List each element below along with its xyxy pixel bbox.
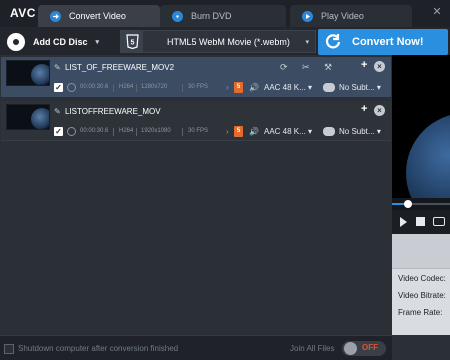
subtitle-label: No Subt...	[339, 83, 375, 92]
separator	[113, 84, 114, 92]
video-codec-label: Video Codec:	[398, 274, 446, 283]
html5-icon: 5	[234, 82, 243, 93]
output-format-label: HTML5 WebM Movie (*.webm)	[167, 36, 290, 47]
separator	[182, 84, 183, 92]
speaker-icon: 🔊	[249, 83, 259, 92]
svg-text:5: 5	[130, 40, 134, 47]
refresh-icon[interactable]: ⟳	[280, 62, 288, 73]
join-all-files-toggle[interactable]: OFF	[342, 341, 386, 356]
toggle-knob	[344, 342, 357, 355]
window-close-icon[interactable]: ✕	[428, 5, 446, 19]
shutdown-label: Shutdown computer after conversion finis…	[18, 344, 179, 353]
audio-track-select[interactable]: AAC 48 K... ▾	[264, 83, 312, 92]
remove-file-icon[interactable]: ×	[374, 61, 385, 72]
add-output-icon[interactable]: +	[361, 103, 367, 115]
video-thumbnail	[6, 60, 50, 86]
file-fps: 30 FPS	[188, 128, 209, 134]
edit-name-icon[interactable]: ✎	[54, 107, 61, 116]
chevron-down-icon: ▾	[376, 127, 381, 136]
clock-icon	[67, 83, 76, 92]
toggle-state-label: OFF	[362, 343, 378, 352]
separator	[113, 128, 114, 136]
arrow-icon: ›	[226, 127, 229, 136]
subtitle-label: No Subt...	[339, 127, 375, 136]
tab-play-video[interactable]: Play Video	[290, 5, 412, 27]
tab-convert-video[interactable]: Convert Video	[38, 5, 160, 27]
cut-icon[interactable]: ✂	[302, 62, 310, 73]
html5-icon: 5	[234, 126, 243, 137]
play-icon	[302, 10, 313, 22]
speaker-icon: 🔊	[249, 127, 259, 136]
toolbar: Add CD Disc ▾ 5 HTML5 WebM Movie (*.webm…	[0, 27, 450, 55]
disc-icon	[172, 10, 183, 22]
tab-play-video-label: Play Video	[321, 11, 364, 21]
file-row[interactable]: ✎ LIST_OF_FREEWARE_MOV2 ⟳ ✂ ⚒ + × ✓ 00:0…	[1, 57, 391, 97]
frame-rate-label: Frame Rate:	[398, 308, 443, 317]
file-duration: 00:00:30.6	[80, 128, 109, 134]
effects-icon[interactable]: ⚒	[324, 62, 332, 73]
file-checkbox[interactable]: ✓	[54, 127, 63, 136]
file-codec: H264	[119, 128, 134, 134]
audio-track-select[interactable]: AAC 48 K... ▾	[264, 127, 312, 136]
separator	[136, 84, 137, 92]
add-disc-icon	[7, 33, 25, 51]
audio-track-label: AAC 48 K...	[264, 127, 306, 136]
output-format-select[interactable]: 5 HTML5 WebM Movie (*.webm) ▾	[120, 30, 316, 53]
file-name: LIST_OF_FREEWARE_MOV2	[65, 63, 175, 72]
file-duration: 00:00:30.6	[80, 84, 109, 90]
tab-bar: AVC Convert Video Burn DVD Play Video ✕	[0, 0, 450, 27]
html5-icon: 5	[121, 31, 143, 52]
chevron-down-icon: ▾	[95, 39, 100, 46]
audio-track-label: AAC 48 K...	[264, 83, 306, 92]
join-all-files-label: Join All Files	[290, 344, 335, 353]
chevron-down-icon: ▾	[376, 83, 381, 92]
convert-now-label: Convert Now!	[352, 36, 424, 48]
seek-handle[interactable]	[404, 200, 412, 208]
convert-now-button[interactable]: Convert Now!	[318, 29, 448, 55]
add-cd-disc-label: Add CD Disc	[33, 37, 88, 47]
separator	[182, 128, 183, 136]
video-preview	[392, 55, 450, 198]
refresh-icon	[324, 32, 342, 53]
subtitle-icon	[323, 127, 335, 136]
file-name: LISTOFFREEWARE_MOV	[65, 107, 161, 116]
chevron-down-icon: ▾	[305, 38, 309, 46]
convert-video-icon	[50, 10, 61, 22]
shutdown-checkbox[interactable]	[4, 344, 14, 354]
subtitle-select[interactable]: No Subt... ▾	[339, 127, 381, 136]
play-icon[interactable]	[400, 217, 407, 227]
add-cd-disc-button[interactable]: Add CD Disc ▾	[4, 30, 118, 54]
file-codec: H264	[119, 84, 134, 90]
separator	[136, 128, 137, 136]
snapshot-icon[interactable]	[433, 217, 445, 226]
file-fps: 30 FPS	[188, 84, 209, 90]
chevron-down-icon: ▾	[308, 127, 313, 136]
video-thumbnail	[6, 104, 50, 130]
app-logo: AVC	[10, 6, 36, 20]
tab-burn-dvd[interactable]: Burn DVD	[160, 5, 286, 27]
file-list: ✎ LIST_OF_FREEWARE_MOV2 ⟳ ✂ ⚒ + × ✓ 00:0…	[0, 55, 392, 335]
file-checkbox[interactable]: ✓	[54, 83, 63, 92]
bottom-bar: Shutdown computer after conversion finis…	[0, 335, 392, 360]
clock-icon	[67, 127, 76, 136]
player-controls	[392, 210, 450, 234]
stop-icon[interactable]	[416, 217, 425, 226]
subtitle-icon	[323, 83, 335, 92]
info-header	[392, 234, 450, 269]
arrow-icon: ›	[226, 83, 229, 92]
subtitle-select[interactable]: No Subt... ▾	[339, 83, 381, 92]
tab-convert-video-label: Convert Video	[69, 11, 126, 21]
edit-name-icon[interactable]: ✎	[54, 63, 61, 72]
file-row[interactable]: ✎ LISTOFFREEWARE_MOV + × ✓ 00:00:30.6 H2…	[1, 101, 391, 141]
chevron-down-icon: ▾	[308, 83, 313, 92]
video-bitrate-label: Video Bitrate:	[398, 291, 446, 300]
file-resolution: 1280x720	[141, 84, 168, 90]
remove-file-icon[interactable]: ×	[374, 105, 385, 116]
seek-bar[interactable]	[392, 198, 450, 210]
media-info-panel: Video Codec: Video Bitrate: Frame Rate:	[392, 234, 450, 335]
file-resolution: 1920x1080	[141, 128, 171, 134]
app-window: AVC Convert Video Burn DVD Play Video ✕ …	[0, 0, 450, 360]
add-output-icon[interactable]: +	[361, 59, 367, 71]
tab-burn-dvd-label: Burn DVD	[191, 11, 232, 21]
